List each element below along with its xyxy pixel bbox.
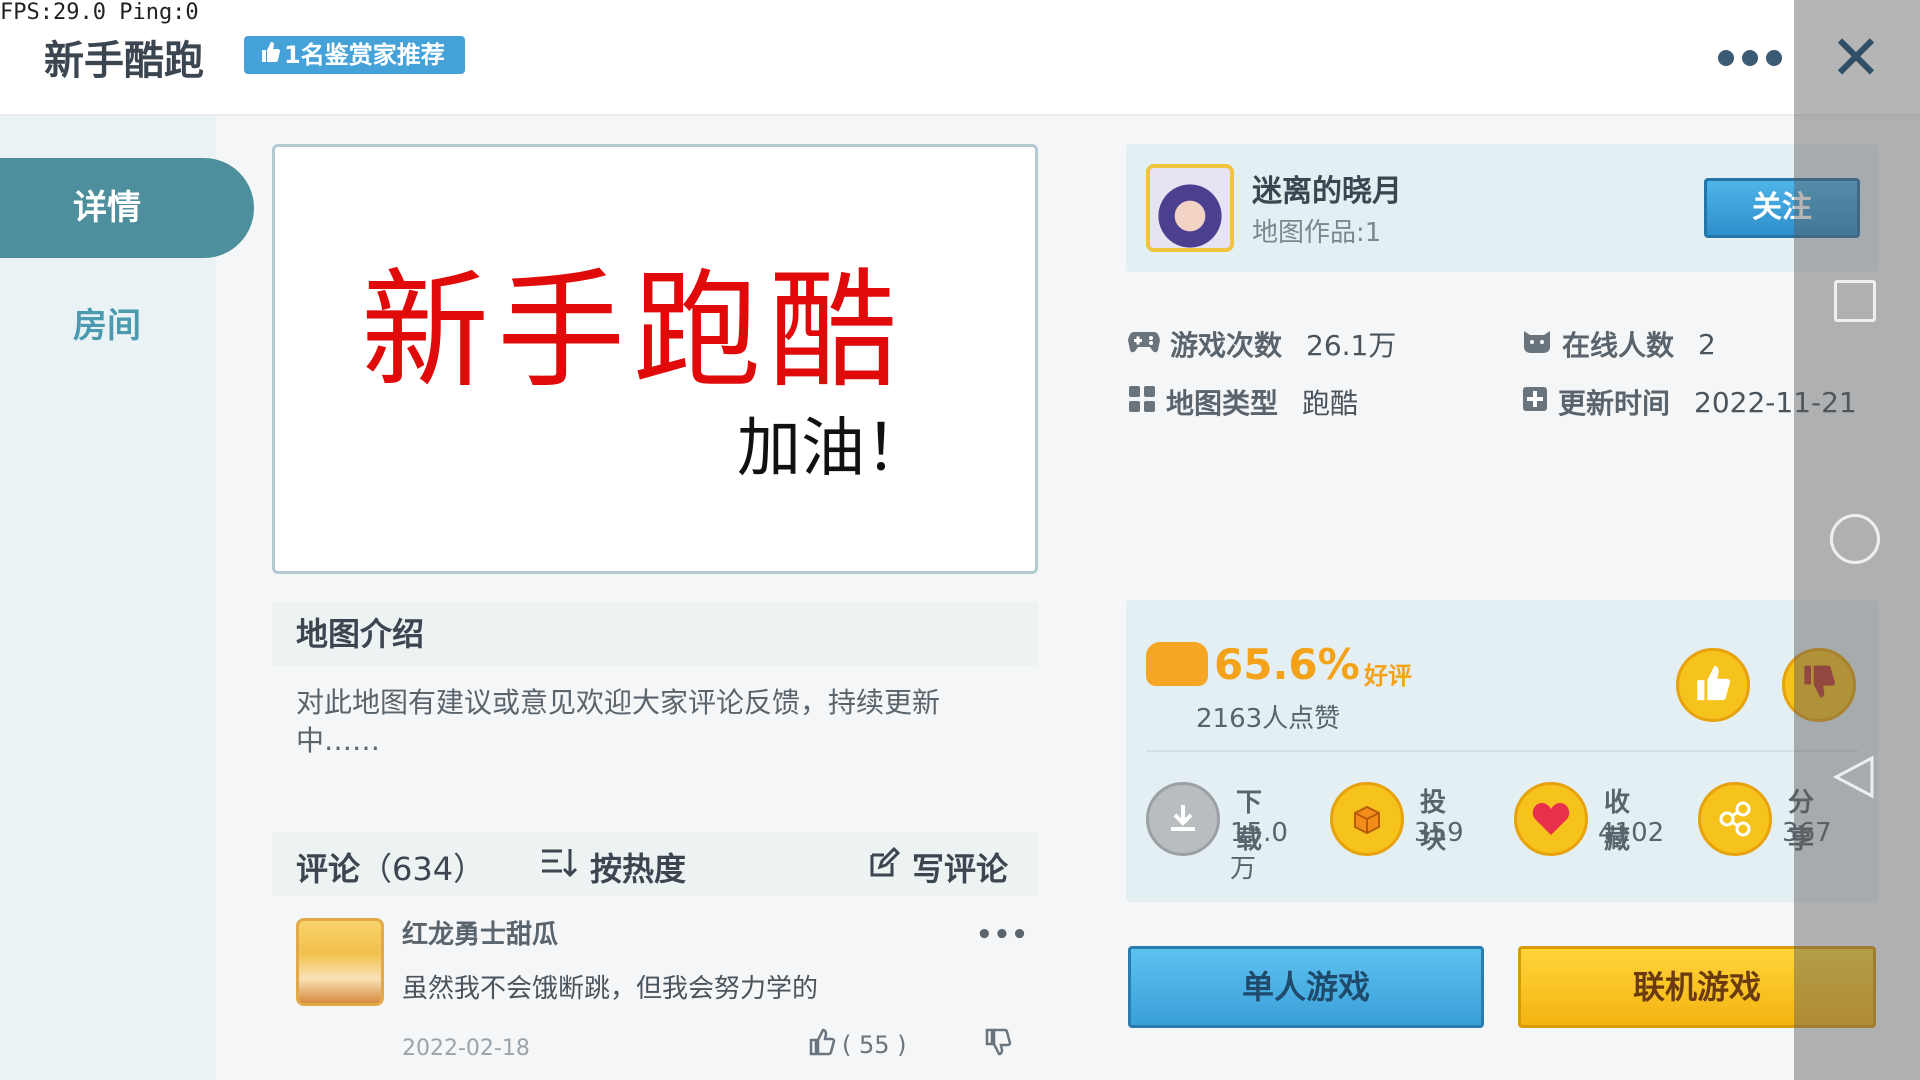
comment-date: 2022-02-18 xyxy=(402,1036,530,1061)
comment-like-button[interactable]: ( 55 ) xyxy=(808,1028,907,1062)
tab-rooms[interactable]: 房间 xyxy=(0,276,254,376)
rating-percent: 65.6% xyxy=(1214,640,1360,689)
more-dot-icon xyxy=(1766,50,1782,66)
comment-dislike-button[interactable] xyxy=(984,1028,1012,1062)
recents-nav-button[interactable] xyxy=(1834,280,1876,322)
thumbs-up-icon xyxy=(808,1028,836,1062)
single-player-button[interactable]: 单人游戏 xyxy=(1128,946,1484,1028)
comment-username[interactable]: 红龙勇士甜瓜 xyxy=(402,914,558,951)
close-button[interactable]: ✕ xyxy=(1826,27,1886,89)
sort-label: 按热度 xyxy=(590,850,687,888)
system-nav-bar xyxy=(1794,0,1920,1080)
heart-icon xyxy=(1514,782,1588,856)
block-count: 359 xyxy=(1414,818,1464,848)
close-icon: ✕ xyxy=(1830,21,1882,94)
divider xyxy=(1146,750,1858,752)
tab-details[interactable]: 详情 xyxy=(0,158,254,258)
stat-map-type-value: 跑酷 xyxy=(1302,387,1359,420)
comment-text: 虽然我不会饿断跳，但我会努力学的 xyxy=(402,974,819,1004)
download-icon xyxy=(1146,782,1220,856)
thumbs-down-icon xyxy=(984,1028,1012,1062)
more-options-button[interactable] xyxy=(1718,38,1782,78)
cat-icon xyxy=(1522,327,1552,362)
more-dot-icon xyxy=(1742,50,1758,66)
comments-title-label: 评论 xyxy=(296,850,361,888)
rating-count: 2163人点赞 xyxy=(1196,704,1341,734)
grid-icon xyxy=(1128,385,1156,420)
rating-card: 65.6% 好评 2163人点赞 下载 15.0万 投块 359 收藏 4102 xyxy=(1126,600,1878,902)
stat-plays-value: 26.1万 xyxy=(1306,329,1397,362)
stat-map-type-label: 地图类型 xyxy=(1166,387,1279,420)
stat-map-type: 地图类型 跑酷 xyxy=(1128,382,1358,422)
edit-icon xyxy=(868,846,901,887)
sort-by-hot-button[interactable]: 按热度 xyxy=(540,844,686,890)
stat-plays-label: 游戏次数 xyxy=(1170,329,1283,362)
stat-updated-label: 更新时间 xyxy=(1558,387,1671,420)
comment-more-button[interactable]: ••• xyxy=(976,920,1029,950)
intro-heading-label: 地图介绍 xyxy=(296,615,425,653)
write-comment-button[interactable]: 写评论 xyxy=(868,844,1008,890)
thumbs-up-icon xyxy=(260,36,280,74)
comment-item: 红龙勇士甜瓜 ••• 虽然我不会饿断跳，但我会努力学的 2022-02-18 (… xyxy=(272,910,1038,1080)
rating-word: 好评 xyxy=(1364,662,1412,690)
fps-readout: FPS:29.0 Ping:0 xyxy=(0,0,199,25)
download-count: 15.0万 xyxy=(1230,818,1288,884)
cat-mascot-icon xyxy=(1146,642,1208,686)
author-name[interactable]: 迷离的晓月 xyxy=(1252,166,1402,210)
gamepad-icon xyxy=(1128,328,1160,361)
write-comment-label: 写评论 xyxy=(912,850,1009,888)
map-cover-image: 新手跑酷 加油！ xyxy=(272,144,1038,574)
back-nav-button[interactable] xyxy=(1830,752,1880,802)
favorite-count: 4102 xyxy=(1598,818,1665,848)
stat-online-value: 2 xyxy=(1698,327,1716,361)
author-avatar[interactable] xyxy=(1146,164,1234,252)
comment-like-count: ( 55 ) xyxy=(842,1031,907,1059)
author-card: 迷离的晓月 地图作品:1 关注 xyxy=(1126,144,1878,272)
sidebar xyxy=(0,116,216,1080)
share-icon xyxy=(1698,782,1772,856)
block-icon xyxy=(1330,782,1404,856)
comments-count: （634） xyxy=(360,850,486,888)
cover-subtitle-text: 加油！ xyxy=(737,412,929,486)
author-works: 地图作品:1 xyxy=(1252,218,1382,248)
intro-body: 对此地图有建议或意见欢迎大家评论反馈，持续更新中…… xyxy=(296,686,941,757)
recommend-badge[interactable]: 1名鉴赏家推荐 xyxy=(244,36,465,74)
stat-online-label: 在线人数 xyxy=(1562,329,1675,362)
home-nav-button[interactable] xyxy=(1830,514,1880,564)
intro-heading: 地图介绍 xyxy=(272,602,1038,666)
more-dot-icon xyxy=(1718,50,1734,66)
stat-plays: 游戏次数 26.1万 xyxy=(1128,324,1396,364)
avatar[interactable] xyxy=(296,918,384,1006)
comments-header: 评论（634） 按热度 写评论 xyxy=(272,832,1038,896)
thumbs-up-icon xyxy=(1693,663,1733,707)
header-bar: 新手酷跑 1名鉴赏家推荐 xyxy=(0,0,1920,116)
map-title: 新手酷跑 xyxy=(44,38,204,84)
sort-icon xyxy=(540,847,580,887)
cover-title-text: 新手跑酷 xyxy=(361,257,906,406)
stat-online: 在线人数 2 xyxy=(1522,324,1716,364)
recommend-badge-label: 1名鉴赏家推荐 xyxy=(284,41,445,69)
like-map-button[interactable] xyxy=(1676,648,1750,722)
comments-title: 评论（634） xyxy=(296,844,485,890)
plus-square-icon xyxy=(1522,386,1548,419)
